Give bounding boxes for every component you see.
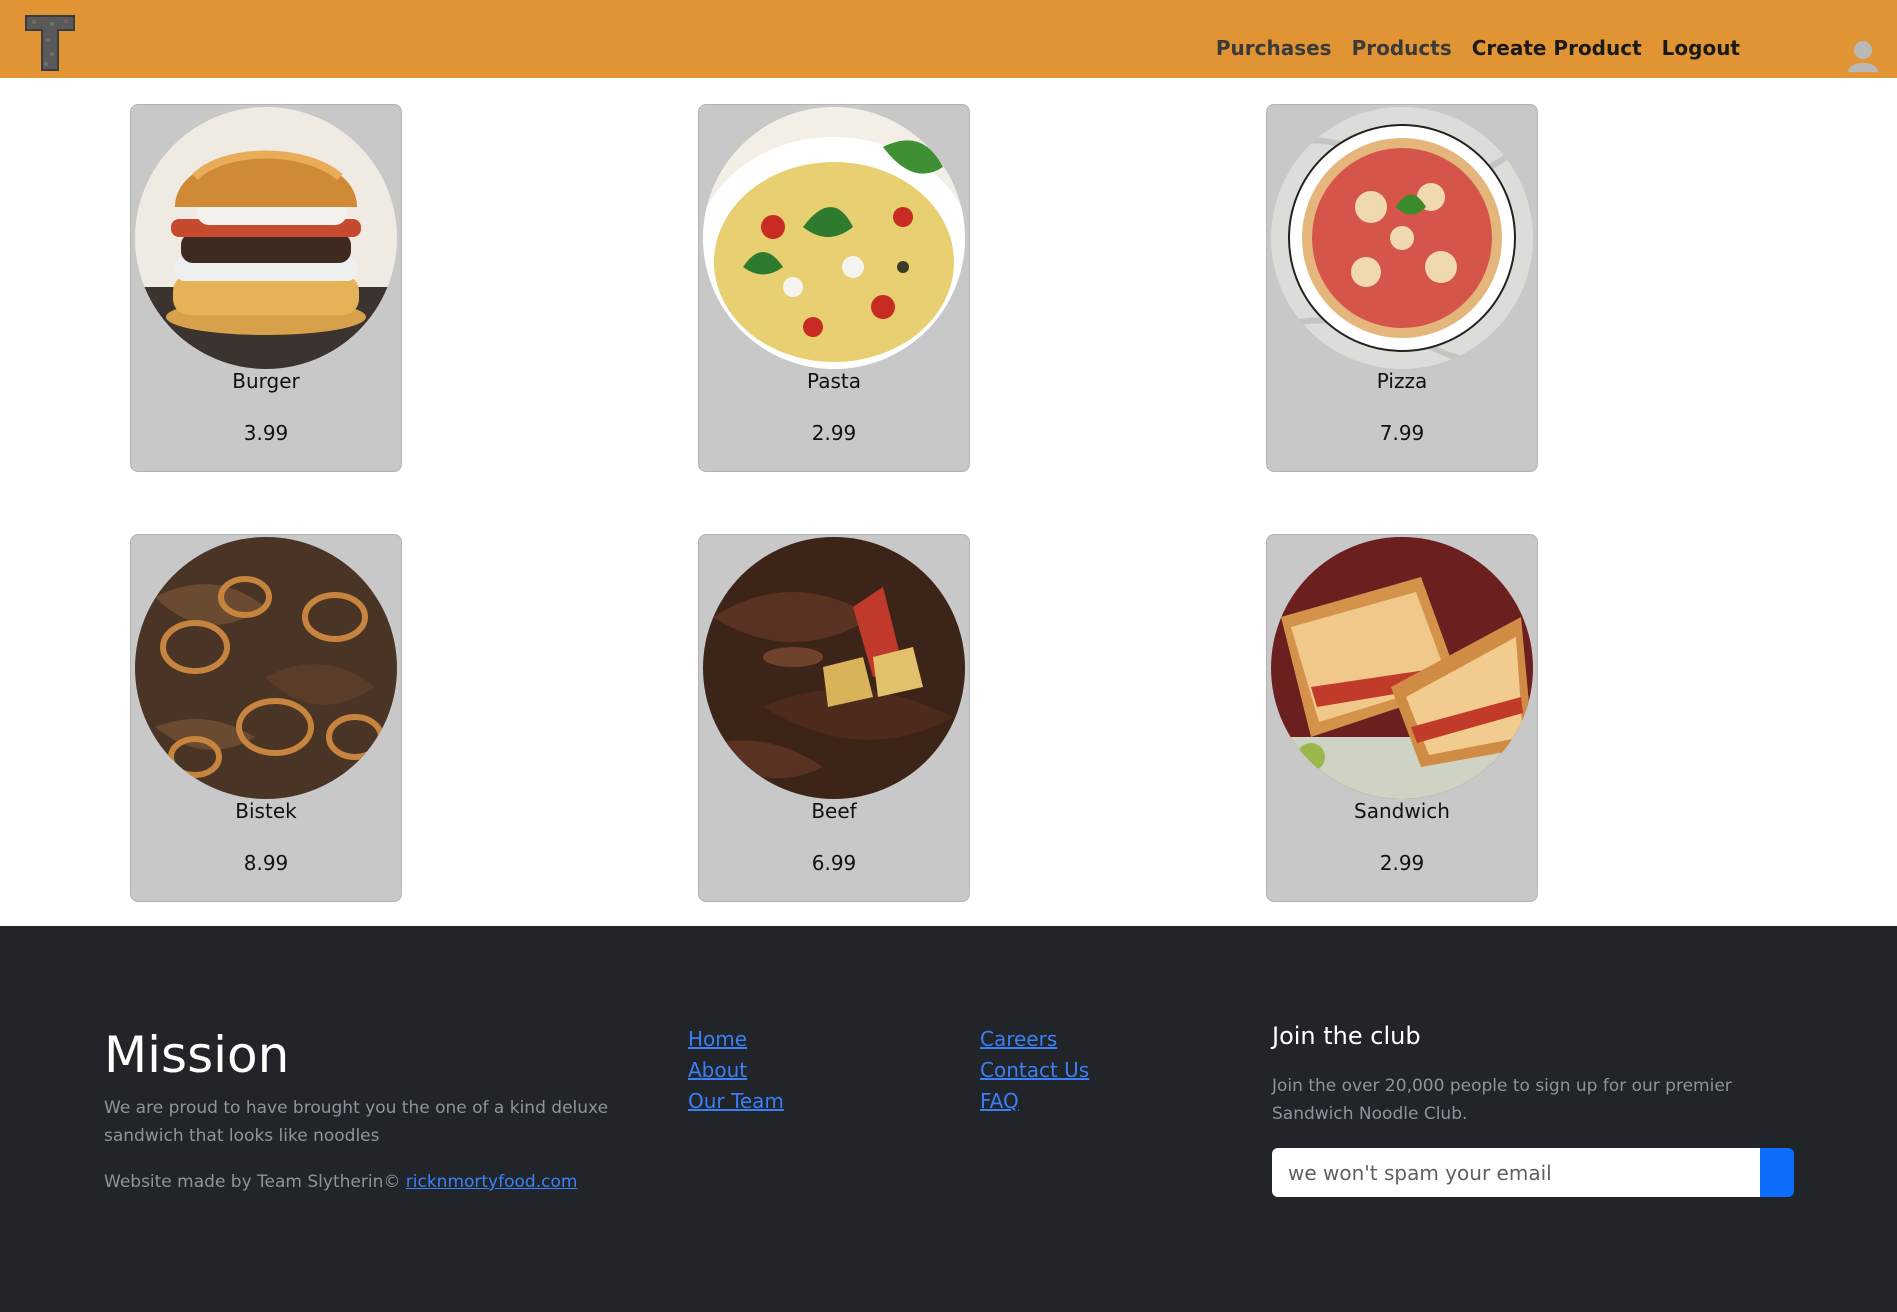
footer-links-col2: Careers Contact Us FAQ [980,1024,1089,1117]
product-card-beef[interactable]: Beef 6.99 [698,534,970,902]
newsletter-email-input[interactable] [1272,1148,1762,1197]
credit-link[interactable]: ricknmortyfood.com [406,1172,578,1192]
site-footer: Mission We are proud to have brought you… [0,926,1897,1312]
bistek-image [135,537,397,799]
footer-link-contact-us[interactable]: Contact Us [980,1055,1089,1086]
product-card-burger[interactable]: Burger 3.99 [130,104,402,472]
product-name: Beef [811,799,857,823]
credit-line: Website made by Team Slytherin© ricknmor… [104,1172,577,1192]
product-name: Burger [232,369,300,393]
product-name: Pasta [807,369,861,393]
product-card-bistek[interactable]: Bistek 8.99 [130,534,402,902]
product-price: 2.99 [811,421,857,445]
product-card-pizza[interactable]: Pizza 7.99 [1266,104,1538,472]
footer-link-home[interactable]: Home [688,1024,784,1055]
burger-image [135,107,397,369]
footer-link-about[interactable]: About [688,1055,784,1086]
club-title: Join the club [1272,1022,1421,1050]
credit-text: Website made by Team Slytherin© [104,1172,406,1192]
product-name: Sandwich [1354,799,1450,823]
nav-link-products[interactable]: Products [1352,36,1452,60]
club-text: Join the over 20,000 people to sign up f… [1272,1076,1732,1124]
product-price: 3.99 [243,421,289,445]
pizza-image [1271,107,1533,369]
beef-image [703,537,965,799]
mission-title: Mission [104,1026,290,1084]
footer-link-faq[interactable]: FAQ [980,1086,1089,1117]
product-name: Pizza [1376,369,1428,393]
mission-text: We are proud to have brought you the one… [104,1098,609,1146]
nav-links: Purchases Products Create Product Logout [1216,36,1740,60]
product-price: 8.99 [243,851,289,875]
footer-links-col1: Home About Our Team [688,1024,784,1117]
product-card-sandwich[interactable]: Sandwich 2.99 [1266,534,1538,902]
product-card-pasta[interactable]: Pasta 2.99 [698,104,970,472]
product-price: 2.99 [1379,851,1425,875]
nav-link-purchases[interactable]: Purchases [1216,36,1332,60]
pasta-image [703,107,965,369]
brand-logo-icon[interactable] [24,14,76,72]
product-grid: Burger 3.99 Pasta 2.99 Pizza 7.99 Bistek… [0,78,1897,926]
newsletter-subscribe-button[interactable] [1760,1148,1794,1197]
product-price: 7.99 [1379,421,1425,445]
footer-link-careers[interactable]: Careers [980,1024,1089,1055]
nav-link-create-product[interactable]: Create Product [1472,36,1642,60]
top-navbar: Purchases Products Create Product Logout [0,0,1897,78]
sandwich-image [1271,537,1533,799]
footer-link-our-team[interactable]: Our Team [688,1086,784,1117]
nav-link-logout[interactable]: Logout [1662,36,1740,60]
product-price: 6.99 [811,851,857,875]
user-avatar-icon[interactable] [1846,38,1880,72]
product-name: Bistek [235,799,297,823]
